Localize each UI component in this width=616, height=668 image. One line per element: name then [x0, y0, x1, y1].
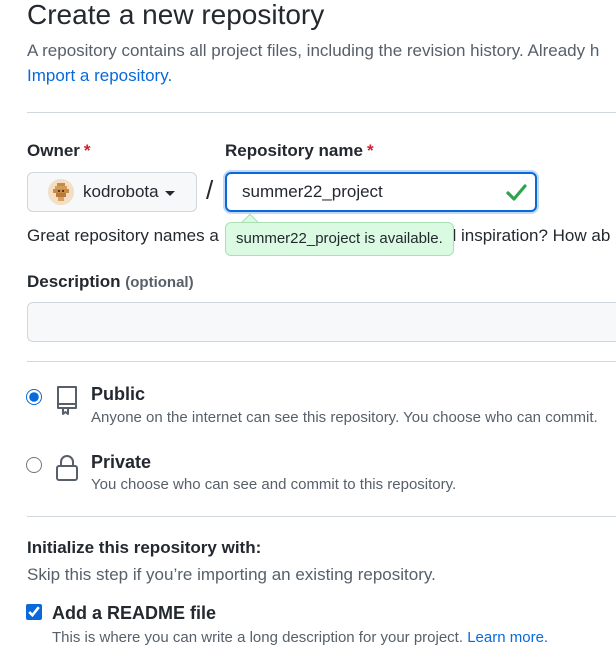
lock-icon: [53, 452, 81, 484]
page-subtitle: A repository contains all project files,…: [27, 41, 600, 60]
divider: [27, 516, 616, 517]
repo-icon: [53, 384, 81, 416]
owner-label: Owner *: [27, 141, 91, 160]
public-title: Public: [91, 384, 146, 404]
import-repository-link[interactable]: Import a repository.: [27, 66, 172, 86]
repository-name-label: Repository name *: [225, 141, 374, 160]
page-title: Create a new repository: [27, 0, 325, 30]
optional-tag: (optional): [125, 274, 194, 291]
owner-dropdown[interactable]: kodrobota: [27, 172, 197, 212]
divider: [27, 112, 616, 113]
initialize-title: Initialize this repository with:: [27, 538, 262, 557]
divider: [27, 361, 616, 362]
learn-more-link[interactable]: Learn more.: [467, 629, 548, 646]
description-label: Description (optional): [27, 272, 194, 291]
initialize-subtitle: Skip this step if you’re importing an ex…: [27, 565, 436, 584]
chevron-down-icon: [164, 190, 175, 196]
private-radio[interactable]: [26, 457, 42, 473]
public-description: Anyone on the internet can see this repo…: [91, 409, 598, 426]
private-description: You choose who can see and commit to thi…: [91, 476, 457, 493]
public-radio[interactable]: [26, 389, 42, 405]
add-readme-description: This is where you can write a long descr…: [52, 629, 549, 646]
repository-name-input[interactable]: [225, 172, 537, 212]
avatar: [48, 179, 74, 205]
availability-tooltip: summer22_project is available.: [225, 222, 454, 256]
owner-repo-separator: /: [206, 175, 214, 205]
add-readme-checkbox[interactable]: [26, 604, 42, 620]
required-mark: *: [83, 141, 91, 160]
owner-name: kodrobota: [83, 182, 159, 201]
required-mark: *: [366, 141, 374, 160]
private-title: Private: [91, 452, 152, 472]
description-input[interactable]: [27, 302, 616, 342]
add-readme-title: Add a README file: [52, 603, 217, 623]
check-icon: [505, 181, 527, 203]
